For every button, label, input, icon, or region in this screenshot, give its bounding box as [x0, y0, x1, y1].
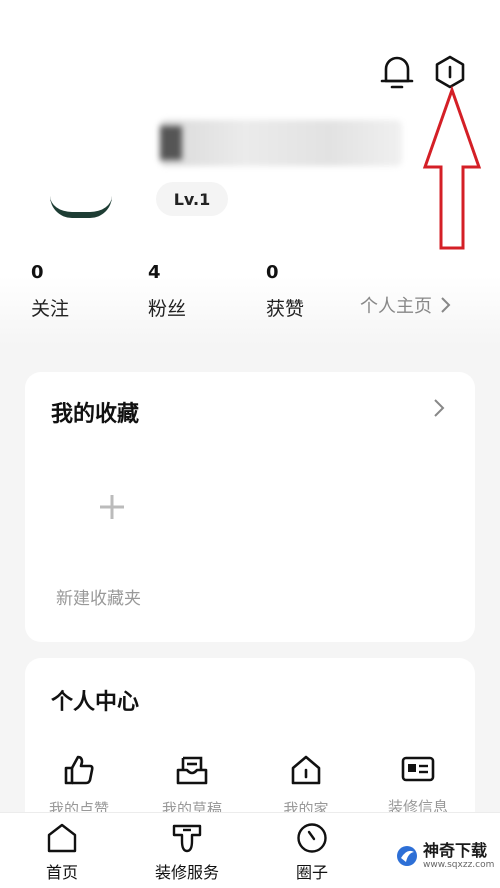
- stat-likes[interactable]: 0 获赞: [266, 262, 304, 321]
- stat-label: 关注: [31, 298, 70, 320]
- stat-label: 获赞: [266, 298, 305, 320]
- service-icon: [172, 824, 202, 853]
- watermark-logo-icon: [397, 846, 417, 866]
- home-icon: [47, 823, 77, 853]
- renovation-info-item[interactable]: 装修信息: [378, 754, 458, 817]
- thumbs-up-icon: [64, 755, 94, 785]
- watermark: 神奇下载 www.sqxzz.com: [395, 842, 494, 870]
- favorites-card: 我的收藏 新建收藏夹: [25, 372, 475, 642]
- notification-button[interactable]: [377, 52, 417, 92]
- username-redacted: [160, 120, 402, 166]
- favorites-title: 我的收藏: [51, 402, 140, 427]
- nav-tab-circle[interactable]: 圈子: [262, 821, 362, 883]
- nav-label: 装修服务: [154, 863, 219, 882]
- circle-icon: [297, 823, 327, 853]
- house-icon: [291, 755, 321, 785]
- nav-tab-home[interactable]: 首页: [12, 821, 112, 883]
- id-card-icon: [401, 756, 435, 782]
- plus-icon[interactable]: [97, 492, 127, 522]
- watermark-text: 神奇下载: [423, 841, 488, 860]
- watermark-url: www.sqxzz.com: [423, 860, 495, 870]
- personal-homepage-link[interactable]: 个人主页: [360, 292, 454, 318]
- bell-icon: [380, 56, 414, 89]
- stat-followers[interactable]: 4 粉丝: [148, 262, 186, 321]
- nav-label: 首页: [45, 863, 78, 882]
- my-home-item[interactable]: 我的家: [266, 754, 346, 819]
- annotation-arrow: [422, 85, 482, 250]
- stat-value: 4: [148, 262, 161, 283]
- my-drafts-item[interactable]: 我的草稿: [152, 754, 232, 819]
- new-folder-label[interactable]: 新建收藏夹: [56, 584, 141, 609]
- homepage-link-label: 个人主页: [360, 296, 432, 317]
- stat-label: 粉丝: [148, 298, 187, 320]
- stat-value: 0: [266, 262, 279, 283]
- my-likes-item[interactable]: 我的点赞: [39, 754, 119, 819]
- personal-center-title: 个人中心: [51, 690, 140, 715]
- chevron-right-icon: [441, 297, 451, 313]
- chevron-right-icon[interactable]: [431, 398, 447, 418]
- nav-tab-services[interactable]: 装修服务: [137, 821, 237, 883]
- draft-box-icon: [176, 756, 208, 785]
- nav-label: 圈子: [295, 863, 328, 882]
- stat-value: 0: [31, 262, 44, 283]
- level-badge: Lv.1: [156, 182, 228, 216]
- stat-following[interactable]: 0 关注: [31, 262, 69, 321]
